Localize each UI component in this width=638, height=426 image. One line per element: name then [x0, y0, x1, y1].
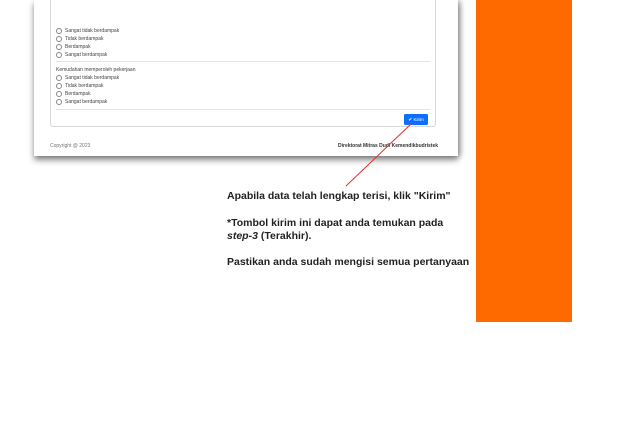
- option-label: Sangat berdampak: [65, 51, 108, 58]
- option-label: Sangat tidak berdampak: [65, 74, 120, 81]
- form-screenshot: Sangat tidak berdampak Tidak berdampak B…: [34, 0, 458, 156]
- check-icon: ✔: [408, 116, 413, 123]
- option-label: Tidak berdampak: [65, 35, 104, 42]
- step-label: step-3: [227, 230, 258, 242]
- radio-icon[interactable]: [56, 43, 62, 50]
- radio-icon[interactable]: [56, 35, 62, 42]
- q2-option-2[interactable]: Tidak berdampak: [56, 82, 103, 89]
- q2-option-4[interactable]: Sangat berdampak: [56, 98, 107, 105]
- footer-copyright: Copyright @ 2023: [50, 143, 91, 149]
- radio-icon[interactable]: [56, 51, 62, 58]
- option-label: Sangat tidak berdampak: [65, 27, 120, 34]
- footer-organization: Direktorat Mitras Dudi Kemendikbudristek: [338, 143, 439, 149]
- radio-icon[interactable]: [56, 74, 62, 81]
- kirim-button[interactable]: ✔ Kirim: [404, 114, 428, 125]
- question-divider: [56, 61, 430, 62]
- q1-option-1[interactable]: Sangat tidak berdampak: [56, 27, 119, 34]
- q2-option-3[interactable]: Berdampak: [56, 90, 91, 97]
- step-suffix: (Terakhir).: [257, 230, 312, 242]
- form-card: Sangat tidak berdampak Tidak berdampak B…: [50, 0, 436, 127]
- option-label: Berdampak: [65, 90, 91, 97]
- q1-option-4[interactable]: Sangat berdampak: [56, 51, 107, 58]
- submit-divider: [56, 109, 430, 110]
- question-title: Kemudahan memperoleh pekerjaan: [56, 67, 136, 73]
- orange-side-panel: [476, 0, 572, 322]
- instruction-answer-all: Pastikan anda sudah mengisi semua pertan…: [227, 256, 470, 268]
- instruction-step: step-3 (Terakhir).: [227, 230, 311, 242]
- radio-icon[interactable]: [56, 90, 62, 97]
- q1-option-3[interactable]: Berdampak: [56, 43, 91, 50]
- q1-option-2[interactable]: Tidak berdampak: [56, 35, 103, 42]
- option-label: Tidak berdampak: [65, 82, 104, 89]
- kirim-label: Kirim: [413, 117, 424, 122]
- instruction-button-location: *Tombol kirim ini dapat anda temukan pad…: [227, 217, 444, 229]
- q2-option-1[interactable]: Sangat tidak berdampak: [56, 74, 119, 81]
- radio-icon[interactable]: [56, 98, 62, 105]
- radio-icon[interactable]: [56, 82, 62, 89]
- option-label: Berdampak: [65, 43, 91, 50]
- option-label: Sangat berdampak: [65, 98, 108, 105]
- instruction-click-kirim: Apabila data telah lengkap terisi, klik …: [227, 190, 451, 202]
- radio-icon[interactable]: [56, 27, 62, 34]
